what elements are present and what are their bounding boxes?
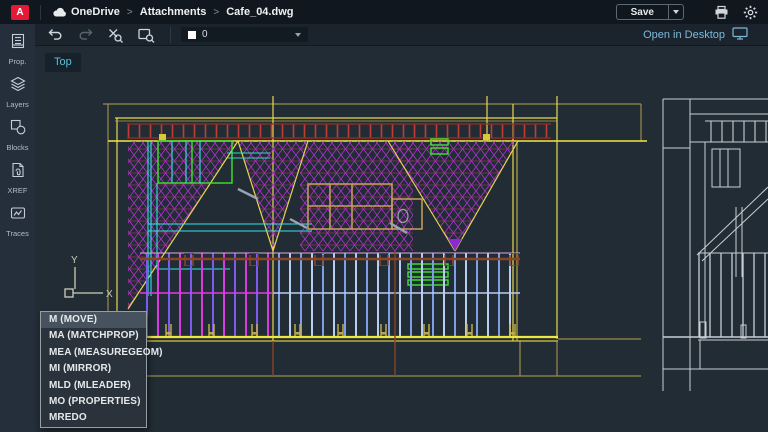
command-option-mredo[interactable]: MREDO xyxy=(41,410,146,426)
command-option-mleader[interactable]: MLD (MLEADER) xyxy=(41,378,146,394)
tool-sidebar: Prop. Layers Blocks XREF Tra xyxy=(0,24,35,432)
cloud-icon xyxy=(52,6,69,18)
command-autocomplete-popup: M (MOVE) MA (MATCHPROP) MEA (MEASUREGEOM… xyxy=(40,311,147,428)
desktop-monitor-icon xyxy=(732,27,748,43)
breadcrumb-attachments[interactable]: Attachments xyxy=(140,6,207,18)
breadcrumb: OneDrive > Attachments > Cafe_04.dwg xyxy=(71,6,293,18)
sidebar-item-label: Prop. xyxy=(9,57,27,66)
drawing-canvas[interactable]: Top xyxy=(35,47,768,432)
properties-icon xyxy=(10,33,26,54)
save-split-button: Save xyxy=(616,4,684,20)
xref-icon xyxy=(10,162,26,183)
open-in-desktop-button[interactable]: Open in Desktop xyxy=(643,27,748,43)
sidebar-item-label: Blocks xyxy=(6,143,28,152)
toolbar-divider xyxy=(170,27,171,43)
cad-drawing-main xyxy=(103,96,647,376)
autocad-logo[interactable]: A xyxy=(11,5,29,20)
sidebar-item-blocks[interactable]: Blocks xyxy=(0,119,35,162)
sidebar-item-layers[interactable]: Layers xyxy=(0,76,35,119)
chevron-down-icon xyxy=(295,33,301,37)
gear-icon[interactable] xyxy=(743,5,758,20)
sidebar-item-xref[interactable]: XREF xyxy=(0,162,35,205)
layer-dropdown[interactable]: 0 xyxy=(181,27,308,42)
command-option-measuregeom[interactable]: MEA (MEASUREGEOM) xyxy=(41,345,146,361)
layer-color-swatch xyxy=(188,31,196,39)
ucs-icon: X Y xyxy=(65,255,113,300)
header-divider xyxy=(40,5,41,20)
traces-icon xyxy=(10,205,26,226)
layers-icon xyxy=(10,76,26,97)
open-in-desktop-label: Open in Desktop xyxy=(643,29,725,41)
print-icon[interactable] xyxy=(714,5,729,20)
sidebar-item-properties[interactable]: Prop. xyxy=(0,33,35,76)
ucs-y-label: Y xyxy=(71,255,78,266)
blocks-icon xyxy=(10,119,26,140)
command-option-matchprop[interactable]: MA (MATCHPROP) xyxy=(41,328,146,344)
caret-down-icon xyxy=(673,10,679,14)
breadcrumb-onedrive[interactable]: OneDrive xyxy=(71,6,120,18)
save-button[interactable]: Save xyxy=(616,4,668,20)
save-options-button[interactable] xyxy=(668,4,684,20)
app-header: A OneDrive > Attachments > Cafe_04.dwg S… xyxy=(0,0,768,24)
undo-icon[interactable] xyxy=(47,27,64,42)
zoom-window-icon[interactable] xyxy=(137,27,155,43)
redo-icon[interactable] xyxy=(77,27,94,42)
sidebar-item-label: XREF xyxy=(7,186,27,195)
breadcrumb-filename[interactable]: Cafe_04.dwg xyxy=(226,6,293,18)
cad-drawing-secondary xyxy=(663,99,768,391)
zoom-object-icon[interactable] xyxy=(107,27,124,43)
breadcrumb-separator: > xyxy=(127,7,133,18)
command-option-properties[interactable]: MO (PROPERTIES) xyxy=(41,394,146,410)
sidebar-item-label: Traces xyxy=(6,229,29,238)
ucs-x-label: X xyxy=(106,289,113,300)
sidebar-item-traces[interactable]: Traces xyxy=(0,205,35,248)
command-option-mirror[interactable]: MI (MIRROR) xyxy=(41,361,146,377)
view-cube-top-button[interactable]: Top xyxy=(45,53,81,72)
command-option-move[interactable]: M (MOVE) xyxy=(41,312,146,328)
drawing-toolbar: 0 Open in Desktop xyxy=(35,24,768,46)
breadcrumb-separator: > xyxy=(213,7,219,18)
sidebar-item-label: Layers xyxy=(6,100,29,109)
layer-name: 0 xyxy=(202,29,289,40)
